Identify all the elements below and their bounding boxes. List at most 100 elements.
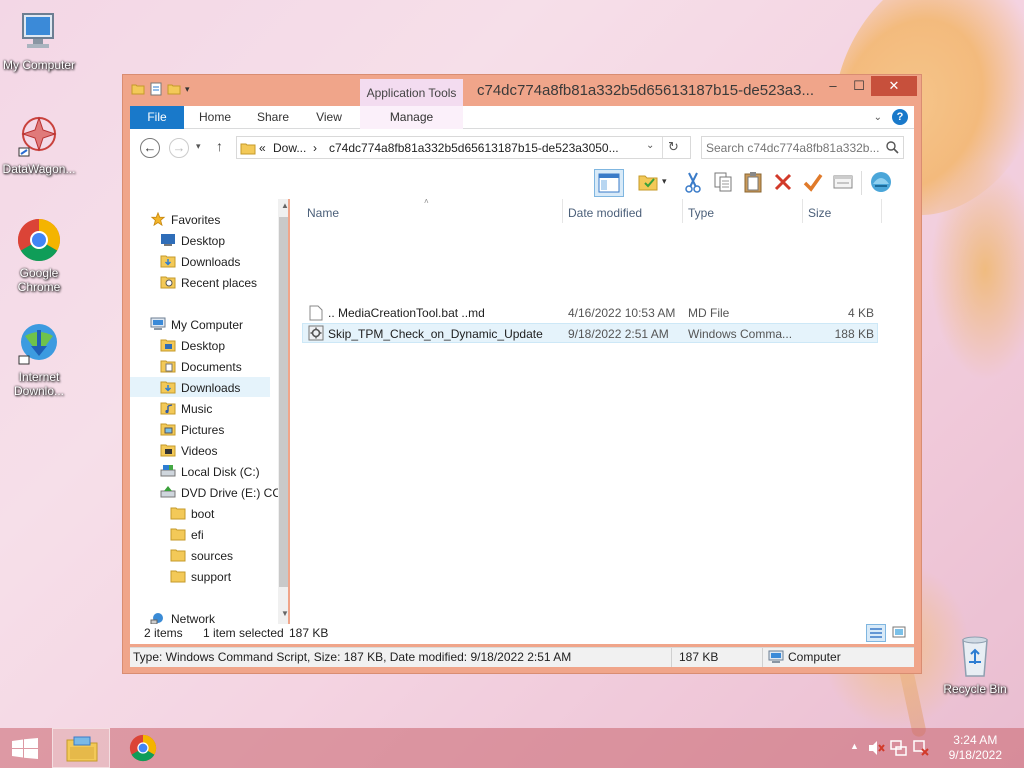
tab-home[interactable]: Home xyxy=(194,106,236,129)
nav-fav-downloads[interactable]: Downloads xyxy=(160,252,240,272)
close-button[interactable]: ✕ xyxy=(871,76,917,96)
properties-icon[interactable] xyxy=(149,82,163,96)
desktop-icon-datawagon[interactable]: DataWagon... xyxy=(0,112,78,176)
customize-qat-icon[interactable]: ▾ xyxy=(185,82,199,96)
nav-desktop[interactable]: Desktop xyxy=(160,336,225,356)
new-folder-icon[interactable] xyxy=(167,82,181,96)
desktop-icon-label: Google Chrome xyxy=(17,266,61,294)
expand-ribbon-icon[interactable]: ⌄ xyxy=(874,112,882,123)
nav-label: sources xyxy=(191,549,234,563)
file-name: Skip_TPM_Check_on_Dynamic_Update xyxy=(328,327,543,341)
column-header-type[interactable]: Type xyxy=(688,203,714,223)
file-row[interactable]: .. MediaCreationTool.bat ..md 4/16/2022 … xyxy=(302,303,878,323)
action-center-icon[interactable] xyxy=(912,739,930,757)
column-divider[interactable] xyxy=(881,199,882,223)
details-bar: Type: Windows Command Script, Size: 187 … xyxy=(130,647,914,667)
desktop-icon-recycle-bin[interactable]: Recycle Bin xyxy=(936,632,1014,696)
taskbar-file-explorer[interactable] xyxy=(52,728,110,768)
breadcrumb-downloads[interactable]: Dow... xyxy=(273,141,306,155)
nav-label: boot xyxy=(191,507,215,521)
address-box[interactable]: « Dow... › c74dc774a8fb81a332b5d65613187… xyxy=(236,136,691,159)
nav-my-computer[interactable]: My Computer xyxy=(150,315,243,335)
help-icon[interactable]: ? xyxy=(892,109,908,125)
copy-button[interactable] xyxy=(710,169,736,195)
nav-label: Desktop xyxy=(181,339,226,353)
window-title: c74dc774a8fb81a332b5d65613187b15-de523a3… xyxy=(477,82,814,99)
search-box[interactable] xyxy=(701,136,904,159)
maximize-button[interactable]: ☐ xyxy=(845,76,873,96)
nav-support[interactable]: support xyxy=(170,567,231,587)
volume-muted-icon[interactable] xyxy=(868,740,886,756)
recent-places-icon xyxy=(160,276,176,289)
nav-videos[interactable]: Videos xyxy=(160,441,217,461)
up-arrow-icon[interactable]: ↑ xyxy=(216,138,223,154)
folder-icon[interactable] xyxy=(131,82,145,96)
start-button[interactable] xyxy=(0,728,50,768)
nav-local-disk[interactable]: Local Disk (C:) xyxy=(160,462,260,482)
column-header-date[interactable]: Date modified xyxy=(568,203,642,223)
nav-music[interactable]: Music xyxy=(160,399,212,419)
nav-label: Documents xyxy=(181,360,242,374)
column-header-size[interactable]: Size xyxy=(808,203,831,223)
show-hidden-icons-icon[interactable]: ▲ xyxy=(850,741,859,751)
paste-button[interactable] xyxy=(740,169,766,195)
recent-locations-chevron-icon[interactable]: ▾ xyxy=(196,141,201,152)
cut-button[interactable] xyxy=(680,169,706,195)
nav-favorites[interactable]: Favorites xyxy=(150,210,220,230)
scrollbar-thumb[interactable] xyxy=(279,217,288,587)
file-row-selected[interactable]: Skip_TPM_Check_on_Dynamic_Update 9/18/20… xyxy=(302,323,878,343)
drive-icon xyxy=(160,465,176,477)
tab-file[interactable]: File xyxy=(130,106,184,129)
scroll-down-icon[interactable]: ▼ xyxy=(281,609,288,618)
taskbar-chrome[interactable] xyxy=(114,728,172,768)
column-divider[interactable] xyxy=(682,199,683,223)
properties-button[interactable] xyxy=(635,169,661,195)
column-divider[interactable] xyxy=(802,199,803,223)
nav-fav-recent-places[interactable]: Recent places xyxy=(160,273,257,293)
new-folder-button[interactable] xyxy=(830,169,856,195)
nav-boot[interactable]: boot xyxy=(170,504,214,524)
nav-downloads-selected[interactable]: Downloads xyxy=(130,377,270,397)
nav-pictures[interactable]: Pictures xyxy=(160,420,224,440)
details-view-button[interactable] xyxy=(866,624,886,642)
nav-fav-desktop[interactable]: Desktop xyxy=(160,231,225,251)
breadcrumb-separator[interactable]: › xyxy=(313,141,317,155)
open-shell-button[interactable] xyxy=(868,169,894,195)
refresh-icon[interactable]: ↻ xyxy=(668,139,679,155)
column-divider[interactable] xyxy=(562,199,563,223)
nav-documents[interactable]: Documents xyxy=(160,357,242,377)
nav-efi[interactable]: efi xyxy=(170,525,204,545)
tab-view[interactable]: View xyxy=(308,106,350,129)
network-icon[interactable] xyxy=(890,739,908,757)
script-file-icon xyxy=(308,325,324,341)
search-input[interactable] xyxy=(706,140,882,156)
desktop-icon-my-computer[interactable]: My Computer xyxy=(0,8,78,72)
nav-scrollbar[interactable]: ▲ ▼ xyxy=(278,199,288,624)
clock[interactable]: 3:24 AM 9/18/2022 xyxy=(949,733,1002,763)
nav-network[interactable]: Network xyxy=(150,609,215,624)
nav-sources[interactable]: sources xyxy=(170,546,233,566)
ribbon-tabs: File Home Share View Manage ⌄ ? xyxy=(130,106,914,129)
explorer-window: ▾ Application Tools c74dc774a8fb81a332b5… xyxy=(122,74,922,674)
rename-button[interactable] xyxy=(800,169,826,195)
back-button[interactable]: ← xyxy=(140,138,160,158)
chevron-down-icon[interactable]: ▾ xyxy=(662,176,667,187)
tab-manage[interactable]: Manage xyxy=(360,106,463,129)
forward-button[interactable]: → xyxy=(169,138,189,158)
desktop-icon-google-chrome[interactable]: Google Chrome xyxy=(0,216,78,294)
breadcrumb-current[interactable]: c74dc774a8fb81a332b5d65613187b15-de523a3… xyxy=(329,141,619,155)
title-bar[interactable]: ▾ Application Tools c74dc774a8fb81a332b5… xyxy=(123,75,921,107)
sort-ascending-icon: ˄ xyxy=(424,197,429,206)
tab-share[interactable]: Share xyxy=(252,106,294,129)
delete-button[interactable] xyxy=(770,169,796,195)
desktop-icon-internet-download-manager[interactable]: Internet Downlo... xyxy=(0,320,78,398)
large-icons-view-button[interactable] xyxy=(890,624,910,642)
breadcrumb-overflow[interactable]: « xyxy=(259,141,266,155)
column-header-name[interactable]: Name xyxy=(307,203,339,223)
preview-pane-button[interactable] xyxy=(594,169,624,197)
minimize-button[interactable]: – xyxy=(819,76,847,96)
nav-dvd-drive[interactable]: DVD Drive (E:) CC xyxy=(160,483,281,503)
scroll-up-icon[interactable]: ▲ xyxy=(281,201,288,210)
address-dropdown-icon[interactable]: ⌄ xyxy=(646,140,654,151)
search-icon[interactable] xyxy=(886,141,899,154)
